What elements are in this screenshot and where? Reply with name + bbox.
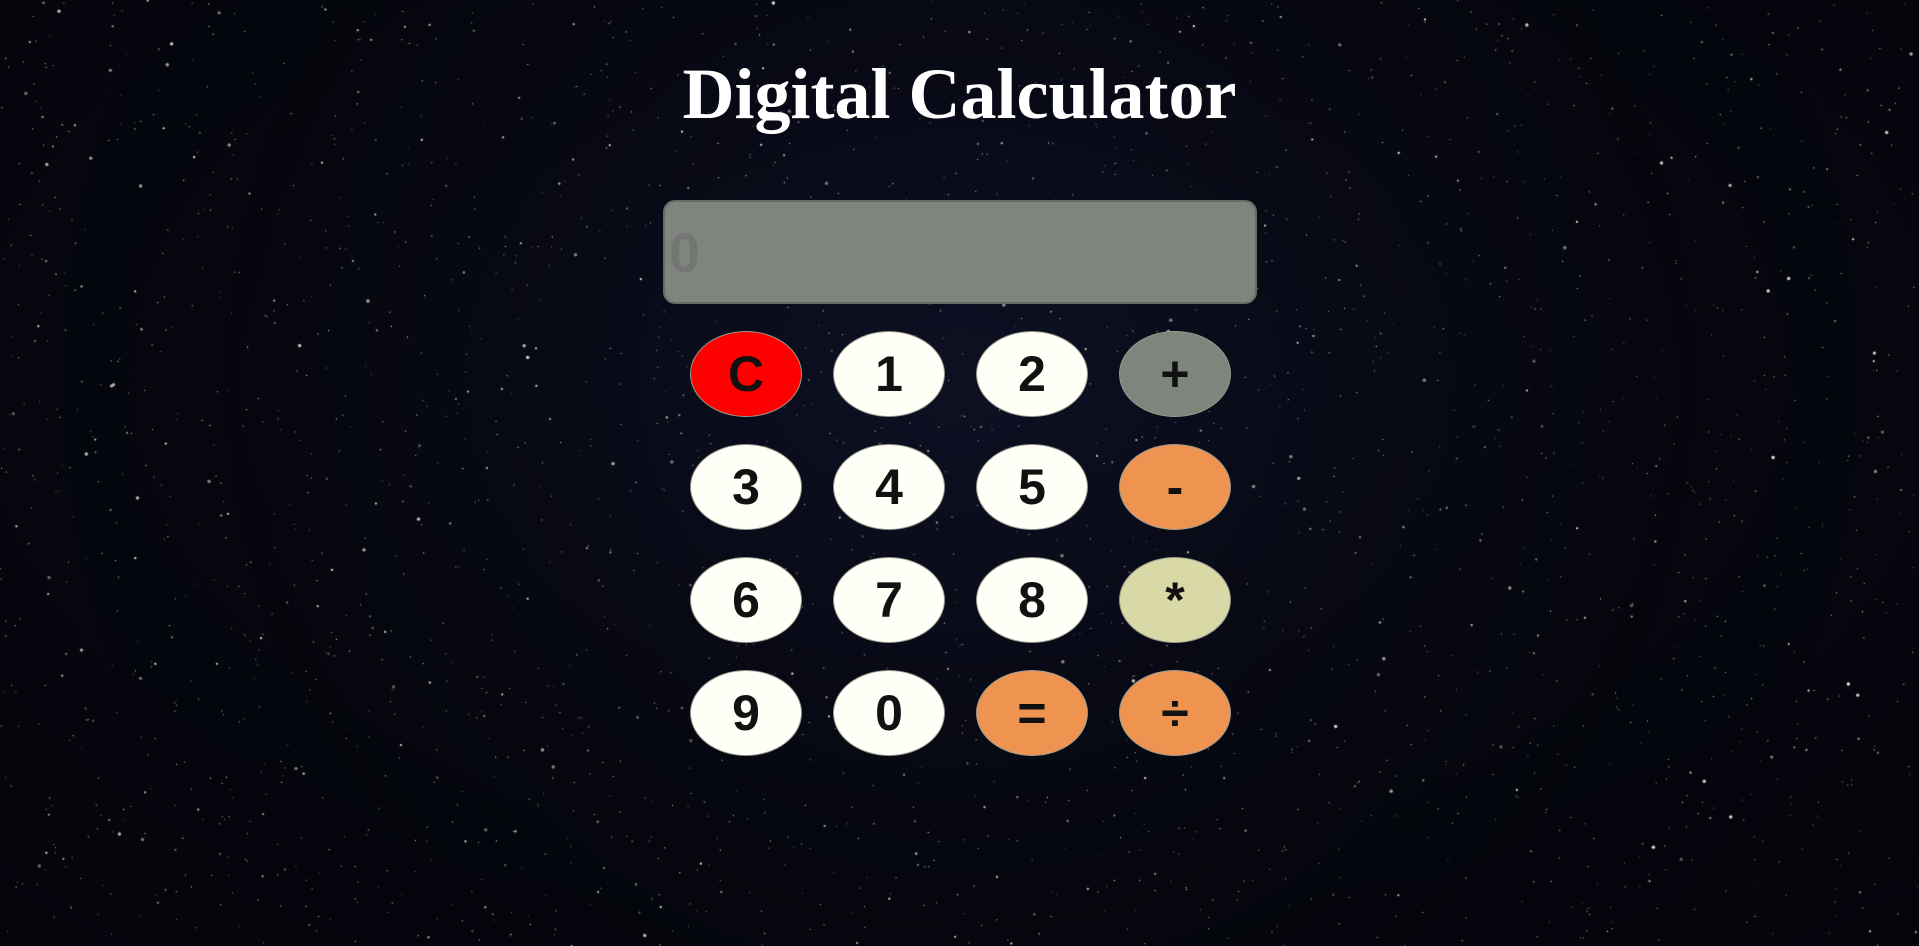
digit-7-button[interactable]: 7 (833, 557, 945, 643)
digit-2-button[interactable]: 2 (976, 331, 1088, 417)
digit-1-button[interactable]: 1 (833, 331, 945, 417)
divide-button[interactable]: ÷ (1119, 670, 1231, 756)
digit-9-button[interactable]: 9 (690, 670, 802, 756)
subtract-button[interactable]: - (1119, 444, 1231, 530)
digit-4-button[interactable]: 4 (833, 444, 945, 530)
equals-button[interactable]: = (976, 670, 1088, 756)
clear-button[interactable]: C (690, 331, 802, 417)
calculator-keypad: C 1 2 +3 4 5- 6 7 8 * 9 0 = ÷ (690, 331, 1231, 757)
digit-8-button[interactable]: 8 (976, 557, 1088, 643)
digit-3-button[interactable]: 3 (690, 444, 802, 530)
page-title: Digital Calculator (682, 54, 1237, 134)
multiply-button[interactable]: * (1119, 557, 1231, 643)
calculator-display[interactable] (663, 200, 1257, 304)
digit-5-button[interactable]: 5 (976, 444, 1088, 530)
add-button[interactable]: + (1119, 331, 1231, 417)
digit-0-button[interactable]: 0 (833, 670, 945, 756)
digit-6-button[interactable]: 6 (690, 557, 802, 643)
